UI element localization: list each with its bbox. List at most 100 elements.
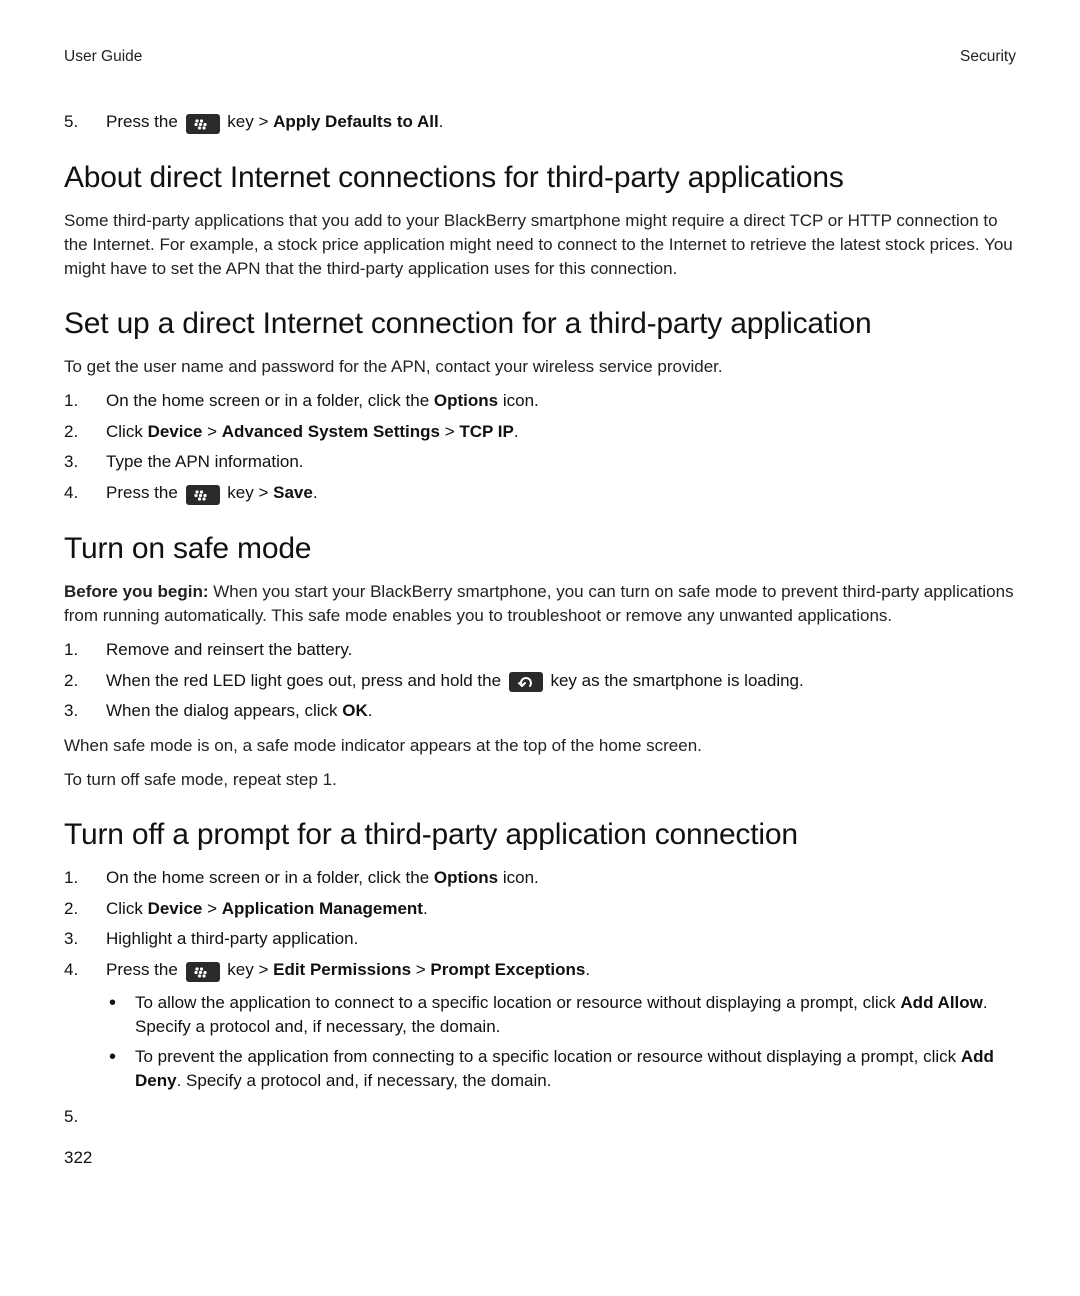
section-paragraph: Before you begin: When you start your Bl… — [64, 580, 1016, 628]
text-run: > — [411, 960, 430, 979]
text-run: When the dialog appears, click — [106, 701, 342, 720]
text-run: Highlight a third-party application. — [106, 929, 358, 948]
bold-text: Prompt Exceptions — [430, 960, 585, 979]
step-number: 2. — [64, 897, 106, 922]
step-item: 5. — [64, 1105, 1016, 1130]
blackberry-menu-key-icon — [186, 114, 220, 134]
step-content: Click Device > Advanced System Settings … — [106, 420, 1016, 445]
text-run: icon. — [498, 868, 539, 887]
step-content: On the home screen or in a folder, click… — [106, 389, 1016, 414]
step-item: 1.On the home screen or in a folder, cli… — [64, 866, 1016, 891]
section-paragraph: When safe mode is on, a safe mode indica… — [64, 734, 1016, 758]
section-heading: About direct Internet connections for th… — [64, 161, 1016, 195]
text-run: key > — [223, 960, 274, 979]
step-content: Press the key > Apply Defaults to All. — [106, 110, 1016, 135]
text-run: Remove and reinsert the battery. — [106, 640, 352, 659]
text-run: On the home screen or in a folder, click… — [106, 868, 434, 887]
continued-step-list: 5. Press the key > Apply Defaults to All… — [64, 110, 1016, 135]
page-header: User Guide Security — [64, 48, 1016, 66]
blackberry-menu-key-icon — [186, 962, 220, 982]
sub-bullet-content: To prevent the application from connecti… — [135, 1045, 1016, 1093]
bold-text: Add Allow — [900, 993, 982, 1012]
step-content: When the red LED light goes out, press a… — [106, 669, 1016, 694]
text-run: . — [439, 112, 444, 131]
step-number: 4. — [64, 481, 106, 506]
bold-text: Advanced System Settings — [222, 422, 440, 441]
step-content: Type the APN information. — [106, 450, 1016, 475]
back-escape-key-icon — [509, 672, 543, 692]
bold-text: TCP IP — [459, 422, 513, 441]
section-paragraph: To get the user name and password for th… — [64, 355, 1016, 379]
step-content: On the home screen or in a folder, click… — [106, 866, 1016, 891]
text-run: On the home screen or in a folder, click… — [106, 391, 434, 410]
header-left: User Guide — [64, 48, 142, 66]
step-number: 3. — [64, 927, 106, 952]
bold-text: Apply Defaults to All — [273, 112, 439, 131]
text-run: key as the smartphone is loading. — [546, 671, 804, 690]
section-heading: Turn on safe mode — [64, 532, 1016, 566]
bold-text: Options — [434, 391, 498, 410]
step-list: 1.Remove and reinsert the battery.2.When… — [64, 638, 1016, 724]
header-right: Security — [960, 48, 1016, 66]
step-number: 1. — [64, 638, 106, 663]
bold-text: Application Management — [222, 899, 423, 918]
step-item: 2.When the red LED light goes out, press… — [64, 669, 1016, 694]
text-run: To prevent the application from connecti… — [135, 1047, 961, 1066]
step-content: Remove and reinsert the battery. — [106, 638, 1016, 663]
step-item: 4.Press the key > Save. — [64, 481, 1016, 506]
text-run: When the red LED light goes out, press a… — [106, 671, 506, 690]
text-run: . — [514, 422, 519, 441]
bold-text: Save — [273, 483, 313, 502]
step-item: 1.Remove and reinsert the battery. — [64, 638, 1016, 663]
text-run: Press the — [106, 112, 183, 131]
section-paragraph: Some third-party applications that you a… — [64, 209, 1016, 281]
step-item: 2.Click Device > Advanced System Setting… — [64, 420, 1016, 445]
step-content: Highlight a third-party application. — [106, 927, 1016, 952]
step-number: 1. — [64, 866, 106, 891]
text-run: . — [368, 701, 373, 720]
step-number: 1. — [64, 389, 106, 414]
sub-bullet-list: To allow the application to connect to a… — [106, 991, 1016, 1094]
step-list: 1.On the home screen or in a folder, cli… — [64, 866, 1016, 1130]
blackberry-menu-key-icon — [186, 485, 220, 505]
text-run: > — [202, 422, 221, 441]
step-number: 3. — [64, 699, 106, 724]
text-run: Click — [106, 899, 148, 918]
bold-text: Device — [148, 422, 203, 441]
text-run: . — [313, 483, 318, 502]
sub-bullet-item: To prevent the application from connecti… — [106, 1045, 1016, 1093]
step-item: 3.When the dialog appears, click OK. — [64, 699, 1016, 724]
text-run: To allow the application to connect to a… — [135, 993, 900, 1012]
step-item: 5. Press the key > Apply Defaults to All… — [64, 110, 1016, 135]
step-number: 4. — [64, 958, 106, 983]
step-number: 2. — [64, 669, 106, 694]
text-run: . — [585, 960, 590, 979]
step-item: 1.On the home screen or in a folder, cli… — [64, 389, 1016, 414]
text-run: Press the — [106, 483, 183, 502]
section-heading: Turn off a prompt for a third-party appl… — [64, 818, 1016, 852]
section-heading: Set up a direct Internet connection for … — [64, 307, 1016, 341]
text-run: key > — [223, 483, 274, 502]
sub-bullet-item: To allow the application to connect to a… — [106, 991, 1016, 1039]
text-run: . Specify a protocol and, if necessary, … — [177, 1071, 552, 1090]
before-you-begin-label: Before you begin: — [64, 582, 209, 601]
bold-text: Device — [148, 899, 203, 918]
step-number: 5. — [64, 110, 106, 135]
step-content: When the dialog appears, click OK. — [106, 699, 1016, 724]
text-run: . — [423, 899, 428, 918]
step-content: Click Device > Application Management. — [106, 897, 1016, 922]
bold-text: Options — [434, 868, 498, 887]
step-list: 1.On the home screen or in a folder, cli… — [64, 389, 1016, 506]
text-run: key > — [223, 112, 274, 131]
text-run: Click — [106, 422, 148, 441]
text-run: Type the APN information. — [106, 452, 304, 471]
step-item: 3.Type the APN information. — [64, 450, 1016, 475]
bold-text: OK — [342, 701, 368, 720]
sub-bullet-content: To allow the application to connect to a… — [135, 991, 1016, 1039]
page-number: 322 — [64, 1148, 1016, 1168]
step-content: Press the key > Edit Permissions > Promp… — [106, 958, 1016, 1099]
step-number: 2. — [64, 420, 106, 445]
step-item: 2.Click Device > Application Management. — [64, 897, 1016, 922]
text-run: > — [440, 422, 459, 441]
bold-text: Edit Permissions — [273, 960, 411, 979]
